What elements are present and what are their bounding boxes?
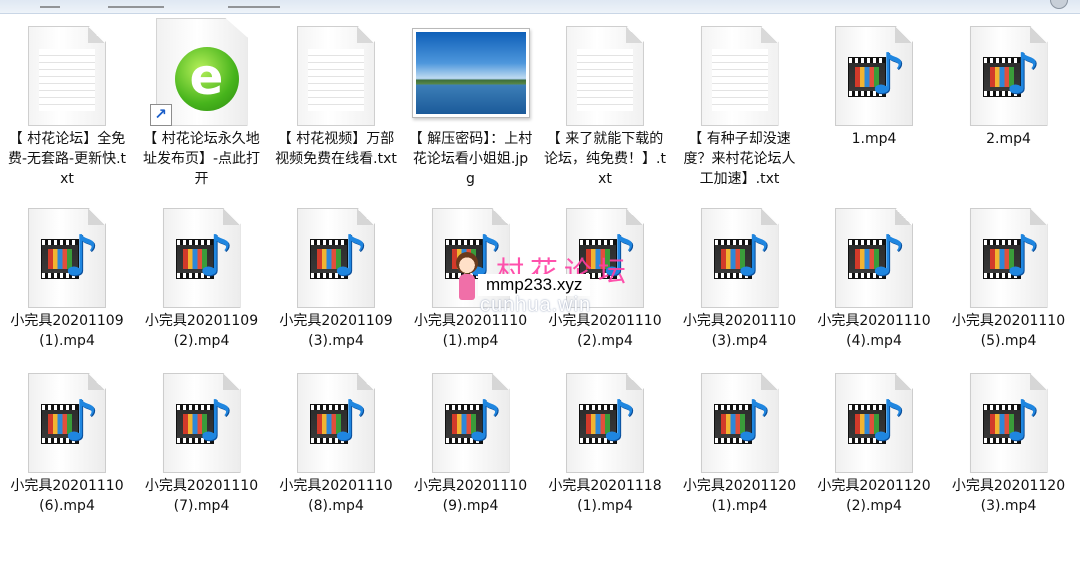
file-item[interactable]: e ↗ 【 村花论坛永久地址发布页】-点此打开 (135, 18, 269, 208)
file-item[interactable]: ♪ 小完具20201109(2).mp4 (135, 208, 269, 373)
media-file-icon: ♪ (297, 208, 375, 308)
file-item[interactable]: ♪ 小完具20201110(6).mp4 (0, 373, 134, 548)
file-item[interactable]: 【 来了就能下载的论坛，纯免费！】.txt (538, 18, 672, 208)
media-file-icon: ♪ (700, 373, 779, 473)
media-file-icon: ♪ (835, 373, 913, 473)
text-file-icon (297, 26, 375, 126)
file-name: 小完具20201110(9).mp4 (413, 478, 528, 514)
media-file-icon: ♪ (566, 373, 644, 473)
file-item[interactable]: ♪ 小完具20201110(5).mp4 (942, 208, 1076, 373)
file-name: 小完具20201110(7).mp4 (144, 478, 259, 514)
file-name: 小完具20201110(4).mp4 (817, 313, 931, 349)
media-file-icon: ♪ (835, 208, 913, 308)
file-name: 【 村花论坛】全免费-无套路-更新快.txt (7, 131, 127, 187)
file-name: 【 有种子却没速度？来村花论坛人工加速】.txt (683, 131, 796, 187)
file-item[interactable]: ♪ 小完具20201110(8).mp4 (269, 373, 403, 548)
file-item[interactable]: ♪ 小完具20201109(3).mp4 (269, 208, 403, 373)
file-item[interactable]: ♪ 小完具20201109(1).mp4 (0, 208, 134, 373)
file-name: 【 村花视频】万部视频免费在线看.txt (275, 131, 397, 167)
media-file-icon: ♪ (969, 26, 1048, 126)
file-name: 小完具20201109(1).mp4 (10, 313, 124, 349)
file-name: 小完具20201109(2).mp4 (144, 313, 259, 349)
file-item[interactable]: 【 解压密码】：上村花论坛看小姐姐.jpg (404, 18, 538, 208)
text-file-icon (566, 26, 644, 126)
media-file-icon: ♪ (431, 373, 510, 473)
media-file-icon: ♪ (28, 208, 106, 308)
media-file-icon: ♪ (969, 373, 1048, 473)
file-name: 【 来了就能下载的论坛，纯免费！】.txt (544, 131, 666, 187)
file-name: 小完具20201110(2).mp4 (548, 313, 662, 349)
file-item[interactable]: 【 村花论坛】全免费-无套路-更新快.txt (0, 18, 134, 208)
file-item[interactable]: ♪ 小完具20201110(3).mp4 (673, 208, 807, 373)
image-thumbnail-icon (411, 28, 530, 118)
toolbar-item-fragment[interactable] (40, 0, 60, 8)
file-item[interactable]: ♪ 小完具20201110(1).mp4 (404, 208, 538, 373)
file-item[interactable]: ♪ 2.mp4 (942, 18, 1076, 208)
file-name: 小完具20201118(1).mp4 (548, 478, 662, 514)
file-name: 小完具20201110(3).mp4 (682, 313, 797, 349)
file-item[interactable]: ♪ 小完具20201110(9).mp4 (404, 373, 538, 548)
file-name: 小完具20201120(1).mp4 (682, 478, 797, 514)
file-name: 【 解压密码】：上村花论坛看小姐姐.jpg (408, 131, 533, 187)
media-file-icon: ♪ (700, 208, 779, 308)
text-file-icon (700, 26, 779, 126)
media-file-icon: ♪ (835, 26, 913, 126)
explorer-toolbar (0, 0, 1080, 14)
file-name: 【 村花论坛永久地址发布页】-点此打开 (142, 131, 261, 187)
media-file-icon: ♪ (28, 373, 106, 473)
file-name: 小完具20201109(3).mp4 (279, 313, 393, 349)
file-item[interactable]: 【 有种子却没速度？来村花论坛人工加速】.txt (673, 18, 807, 208)
file-list-grid: 【 村花论坛】全免费-无套路-更新快.txt e ↗ 【 村花论坛永久地址发布页… (0, 18, 1076, 548)
file-item[interactable]: ♪ 小完具20201120(1).mp4 (673, 373, 807, 548)
file-item[interactable]: ♪ 小完具20201110(2).mp4 (538, 208, 672, 373)
media-file-icon: ♪ (431, 208, 510, 308)
file-item[interactable]: ♪ 小完具20201110(7).mp4 (135, 373, 269, 548)
file-item[interactable]: ♪ 小完具20201118(1).mp4 (538, 373, 672, 548)
file-name: 小完具20201120(3).mp4 (951, 478, 1066, 514)
media-file-icon: ♪ (566, 208, 644, 308)
media-file-icon: ♪ (162, 373, 241, 473)
help-button[interactable] (1050, 0, 1068, 9)
file-item[interactable]: ♪ 小完具20201120(2).mp4 (807, 373, 941, 548)
file-name: 2.mp4 (986, 131, 1031, 147)
file-item[interactable]: ♪ 小完具20201120(3).mp4 (942, 373, 1076, 548)
file-name: 小完具20201110(8).mp4 (279, 478, 393, 514)
file-name: 小完具20201110(6).mp4 (10, 478, 124, 514)
file-item[interactable]: 【 村花视频】万部视频免费在线看.txt (269, 18, 403, 208)
toolbar-item-fragment[interactable] (108, 0, 164, 8)
text-file-icon (28, 26, 106, 126)
file-name: 小完具20201120(2).mp4 (817, 478, 931, 514)
file-item[interactable]: ♪ 1.mp4 (807, 18, 941, 208)
media-file-icon: ♪ (162, 208, 241, 308)
file-name: 1.mp4 (851, 131, 897, 147)
file-name: 小完具20201110(1).mp4 (413, 313, 528, 349)
file-item[interactable]: ♪ 小完具20201110(4).mp4 (807, 208, 941, 373)
toolbar-item-fragment[interactable] (228, 0, 280, 8)
media-file-icon: ♪ (297, 373, 375, 473)
media-file-icon: ♪ (969, 208, 1048, 308)
shortcut-arrow-icon: ↗ (149, 104, 172, 126)
file-name: 小完具20201110(5).mp4 (951, 313, 1066, 349)
